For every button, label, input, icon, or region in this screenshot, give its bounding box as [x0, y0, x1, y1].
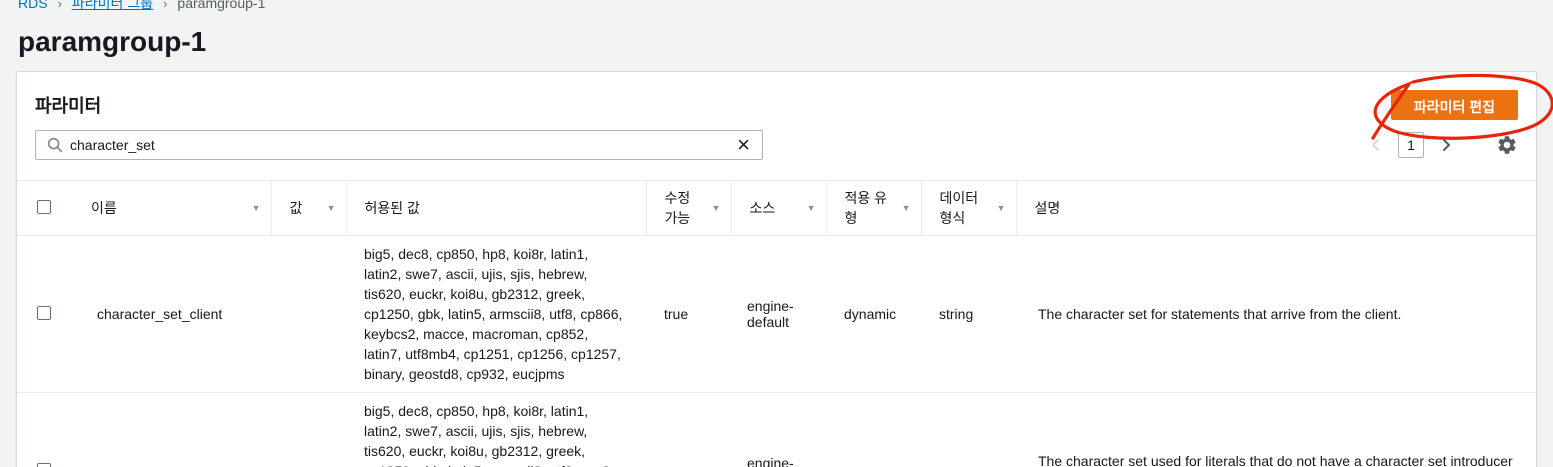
search-icon — [46, 136, 64, 154]
table-header-row: 이름 ▼ 값 ▼ 허용된 값 수정 가능 ▼ 소스 ▼ 적용 유형 ▼ 데이터 … — [17, 180, 1536, 236]
cell-source: engine-default — [747, 298, 794, 330]
page-title: paramgroup-1 — [18, 26, 207, 57]
cell-apply-type — [826, 393, 921, 467]
search-input[interactable] — [70, 137, 726, 153]
column-header-data-type[interactable]: 데이터 형식 ▼ — [920, 180, 1016, 236]
previous-page-icon[interactable] — [1368, 137, 1384, 153]
sort-caret-icon: ▼ — [326, 203, 336, 213]
column-header-description: 설명 — [1015, 180, 1536, 236]
breadcrumb-separator-icon: › — [57, 0, 62, 11]
select-all-checkbox[interactable] — [37, 199, 51, 214]
sort-caret-icon: ▼ — [251, 203, 261, 213]
parameters-panel: 파라미터 파라미터 편집 × 1 — [16, 71, 1553, 467]
cell-value — [271, 236, 346, 393]
next-page-icon[interactable] — [1438, 137, 1454, 153]
cell-apply-type: dynamic — [844, 306, 897, 322]
cell-data-type: string — [939, 306, 974, 322]
column-header-source[interactable]: 소스 ▼ — [730, 180, 826, 236]
table-row: character_set_client big5, dec8, cp850, … — [17, 236, 1536, 393]
cell-source: engine-default — [747, 455, 794, 467]
sort-caret-icon: ▼ — [806, 203, 816, 213]
cell-description: The character set used for literals that… — [1038, 453, 1513, 467]
breadcrumb: RDS › 파라미터 그룹 › paramgroup-1 — [18, 0, 1553, 13]
parameter-filter-search: × — [35, 130, 763, 160]
table-row: big5, dec8, cp850, hp8, koi8r, latin1, l… — [17, 393, 1536, 467]
cell-modifiable — [646, 393, 731, 467]
column-header-name[interactable]: 이름 ▼ — [73, 181, 271, 236]
current-page-number[interactable]: 1 — [1398, 132, 1424, 158]
column-header-apply-type[interactable]: 적용 유형 ▼ — [825, 180, 921, 236]
cell-allowed-values: big5, dec8, cp850, hp8, koi8r, latin1, l… — [364, 403, 614, 467]
breadcrumb-current: paramgroup-1 — [177, 0, 266, 11]
row-checkbox[interactable] — [37, 462, 51, 467]
cell-description: The character set for statements that ar… — [1038, 306, 1402, 322]
cell-modifiable: true — [664, 306, 689, 322]
pagination: 1 — [1368, 132, 1518, 158]
cell-allowed-values: big5, dec8, cp850, hp8, koi8r, latin1, l… — [364, 246, 623, 382]
cell-parameter-name — [73, 393, 271, 467]
column-header-value[interactable]: 값 ▼ — [270, 180, 346, 236]
column-label: 적용 유형 — [844, 190, 888, 226]
sort-caret-icon: ▼ — [996, 203, 1006, 213]
breadcrumb-separator-icon: › — [163, 0, 168, 11]
sort-caret-icon: ▼ — [711, 203, 721, 213]
breadcrumb-link-rds[interactable]: RDS — [18, 0, 48, 11]
column-header-modifiable[interactable]: 수정 가능 ▼ — [645, 180, 731, 236]
column-label: 설명 — [1034, 200, 1061, 216]
column-label: 소스 — [749, 200, 776, 216]
clear-search-icon[interactable]: × — [725, 134, 762, 156]
cell-parameter-name: character_set_client — [97, 306, 223, 322]
column-label: 값 — [289, 200, 303, 216]
parameters-table: 이름 ▼ 값 ▼ 허용된 값 수정 가능 ▼ 소스 ▼ 적용 유형 ▼ 데이터 … — [17, 180, 1536, 467]
column-label: 허용된 값 — [364, 200, 420, 216]
settings-gear-icon[interactable] — [1496, 134, 1518, 156]
panel-title: 파라미터 — [35, 96, 102, 116]
column-label: 데이터 형식 — [939, 190, 979, 226]
column-header-allowed-values: 허용된 값 — [345, 180, 646, 236]
edit-parameters-button[interactable]: 파라미터 편집 — [1390, 90, 1518, 120]
breadcrumb-link-parameter-groups[interactable]: 파라미터 그룹 — [72, 0, 153, 13]
sort-caret-icon: ▼ — [901, 203, 911, 213]
row-checkbox[interactable] — [37, 305, 51, 320]
cell-value — [271, 393, 346, 467]
cell-data-type — [921, 393, 1016, 467]
column-label: 이름 — [91, 200, 117, 216]
column-label: 수정 가능 — [664, 190, 691, 226]
